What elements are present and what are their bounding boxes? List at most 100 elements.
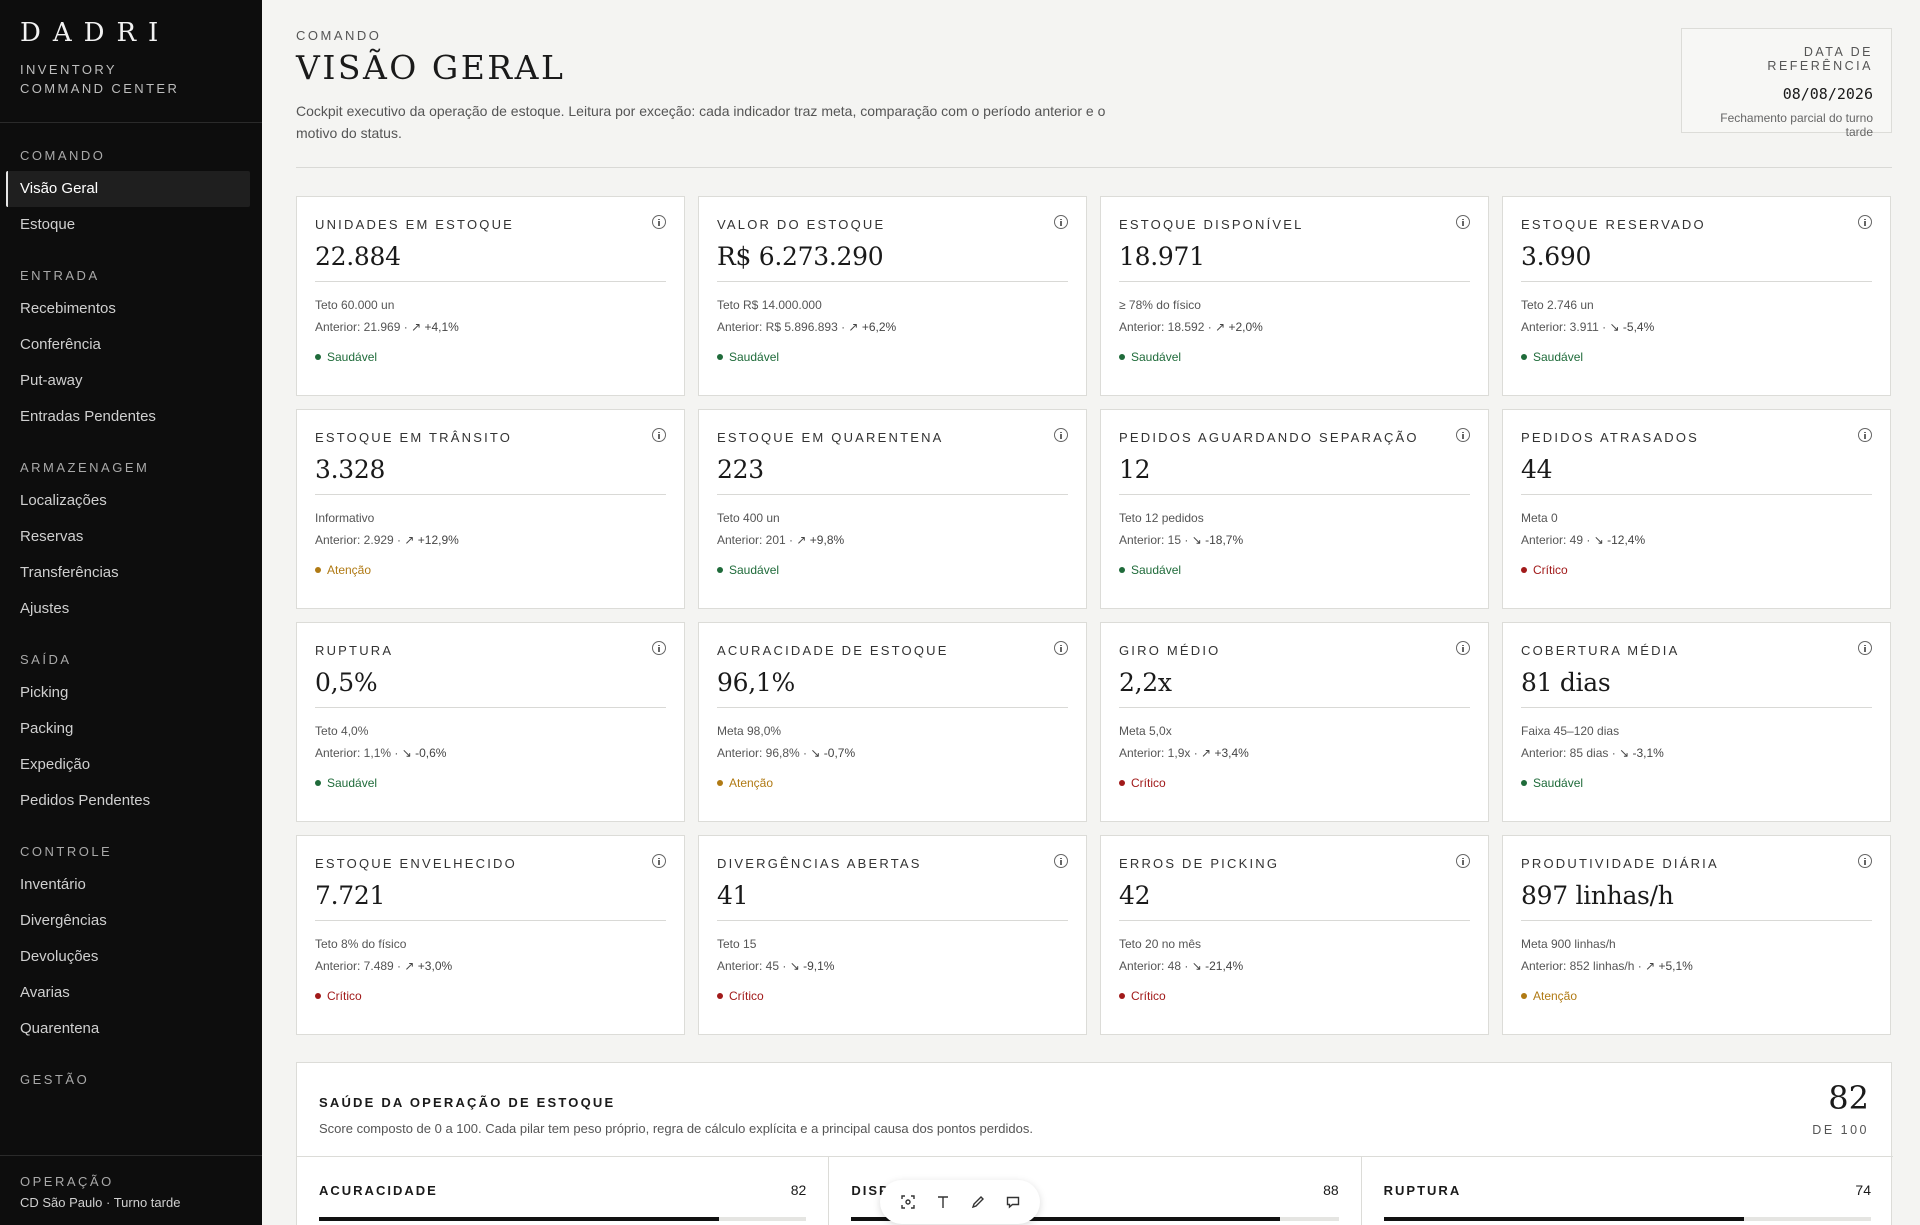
kpi-previous: Anterior: 3.911 · ↘ -5,4% xyxy=(1521,320,1872,334)
reference-date-box: DATA DE REFERÊNCIA 08/08/2026 Fechamento… xyxy=(1681,28,1892,139)
pillar-value: 82 xyxy=(790,1182,807,1198)
info-icon[interactable] xyxy=(652,854,666,868)
trend-down-icon: ↘ xyxy=(401,746,412,760)
status-label: Crítico xyxy=(1533,563,1568,577)
sidebar-item-reservas[interactable]: Reservas xyxy=(6,519,250,555)
status-dot-icon xyxy=(1521,354,1527,360)
kpi-title: ESTOQUE DISPONÍVEL xyxy=(1119,217,1304,232)
kpi-target: Teto 15 xyxy=(717,937,757,951)
select-area-icon[interactable] xyxy=(897,1191,919,1213)
kpi-previous: Anterior: 96,8% · ↘ -0,7% xyxy=(717,746,1068,760)
kpi-previous-value: Anterior: 2.929 · xyxy=(315,533,402,547)
sidebar-item-inventario[interactable]: Inventário xyxy=(6,867,250,903)
info-icon[interactable] xyxy=(1858,428,1872,442)
sidebar-item-expedicao[interactable]: Expedição xyxy=(6,747,250,783)
info-icon[interactable] xyxy=(1456,854,1470,868)
kpi-target: Teto 60.000 un xyxy=(315,298,395,312)
pillar-ruptura: RUPTURA 74 xyxy=(1362,1157,1893,1225)
sidebar-item-packing[interactable]: Packing xyxy=(6,711,250,747)
trend-down-icon: ↘ xyxy=(1619,746,1630,760)
kpi-previous-value: Anterior: 7.489 · xyxy=(315,959,402,973)
kpi-previous-value: Anterior: 1,9x · xyxy=(1119,746,1198,760)
status-label: Crítico xyxy=(1131,989,1166,1003)
sidebar-item-transferencias[interactable]: Transferências xyxy=(6,555,250,591)
info-icon[interactable] xyxy=(652,215,666,229)
kpi-trend: -0,7% xyxy=(823,746,856,760)
sidebar-item-estoque[interactable]: Estoque xyxy=(6,207,250,243)
kpi-value: 0,5% xyxy=(315,668,666,708)
info-icon[interactable] xyxy=(1858,215,1872,229)
status-badge: Saudável xyxy=(717,563,1068,577)
status-label: Saudável xyxy=(729,350,780,364)
kpi-target: ≥ 78% do físico xyxy=(1119,298,1201,312)
status-badge: Crítico xyxy=(717,989,1068,1003)
sidebar-item-conferencia[interactable]: Conferência xyxy=(6,327,250,363)
text-tool-icon[interactable] xyxy=(932,1191,954,1213)
info-icon[interactable] xyxy=(1054,215,1068,229)
brand-subtitle: INVENTORY COMMAND CENTER xyxy=(20,60,242,98)
sidebar-item-put-away[interactable]: Put-away xyxy=(6,363,250,399)
nav-group-entrada: ENTRADA Recebimentos Conferência Put-away En… xyxy=(0,261,262,435)
pen-tool-icon[interactable] xyxy=(967,1191,989,1213)
pillar-progress-bar xyxy=(319,1217,807,1221)
kpi-value: 42 xyxy=(1119,881,1470,921)
sidebar-item-devolucoes[interactable]: Devoluções xyxy=(6,939,250,975)
sidebar-item-recebimentos[interactable]: Recebimentos xyxy=(6,291,250,327)
sidebar-nav: COMANDO Visão Geral Estoque ENTRADA Recebime… xyxy=(0,123,262,1095)
brand-subtitle-line2: COMMAND CENTER xyxy=(20,81,180,96)
sidebar-footer: OPERAÇÃO CD São Paulo · Turno tarde xyxy=(0,1155,262,1225)
status-dot-icon xyxy=(1119,780,1125,786)
info-icon[interactable] xyxy=(1456,428,1470,442)
status-dot-icon xyxy=(1119,567,1125,573)
brand: DADRI INVENTORY COMMAND CENTER xyxy=(0,0,262,123)
health-score-scale: DE 100 xyxy=(1812,1123,1869,1137)
trend-up-icon: ↗ xyxy=(404,533,415,547)
page-title: VISÃO GERAL xyxy=(296,48,566,87)
sidebar-item-divergencias[interactable]: Divergências xyxy=(6,903,250,939)
pillar-progress-fill xyxy=(319,1217,719,1221)
status-dot-icon xyxy=(315,993,321,999)
info-icon[interactable] xyxy=(1054,641,1068,655)
info-icon[interactable] xyxy=(1858,641,1872,655)
sidebar-item-pedidos-pendentes[interactable]: Pedidos Pendentes xyxy=(6,783,250,819)
info-icon[interactable] xyxy=(1858,854,1872,868)
status-badge: Atenção xyxy=(717,776,1068,790)
kpi-previous-value: Anterior: 85 dias · xyxy=(1521,746,1616,760)
kpi-trend: -12,4% xyxy=(1607,533,1646,547)
status-dot-icon xyxy=(1119,354,1125,360)
nav-group-gestao: GESTÃO xyxy=(0,1065,262,1095)
floating-toolbar xyxy=(880,1180,1040,1224)
info-icon[interactable] xyxy=(1456,215,1470,229)
kpi-card-cobertura-media: COBERTURA MÉDIA 81 dias Faixa 45–120 dias A… xyxy=(1502,622,1891,822)
info-icon[interactable] xyxy=(652,428,666,442)
operation-text[interactable]: CD São Paulo · Turno tarde xyxy=(20,1195,242,1210)
status-label: Crítico xyxy=(327,989,362,1003)
sidebar-item-quarentena[interactable]: Quarentena xyxy=(6,1011,250,1047)
trend-up-icon: ↗ xyxy=(848,320,859,334)
kpi-value: 3.328 xyxy=(315,455,666,495)
kpi-previous-value: Anterior: 21.969 · xyxy=(315,320,408,334)
info-icon[interactable] xyxy=(1054,854,1068,868)
trend-up-icon: ↗ xyxy=(1201,746,1212,760)
kpi-previous-value: Anterior: 18.592 · xyxy=(1119,320,1212,334)
sidebar-item-entradas-pendentes[interactable]: Entradas Pendentes xyxy=(6,399,250,435)
sidebar-item-avarias[interactable]: Avarias xyxy=(6,975,250,1011)
sidebar-item-visao-geral[interactable]: Visão Geral xyxy=(6,171,250,207)
info-icon[interactable] xyxy=(652,641,666,655)
sidebar-item-ajustes[interactable]: Ajustes xyxy=(6,591,250,627)
kpi-grid: UNIDADES EM ESTOQUE 22.884 Teto 60.000 un A… xyxy=(296,196,1892,1035)
info-icon[interactable] xyxy=(1054,428,1068,442)
sidebar-item-picking[interactable]: Picking xyxy=(6,675,250,711)
comment-tool-icon[interactable] xyxy=(1002,1191,1024,1213)
kpi-target: Informativo xyxy=(315,511,375,525)
status-dot-icon xyxy=(1521,993,1527,999)
kpi-previous-value: Anterior: 96,8% · xyxy=(717,746,808,760)
kpi-card-ruptura: RUPTURA 0,5% Teto 4,0% Anterior: 1,1% · ↘ -… xyxy=(296,622,685,822)
kpi-card-unidades-em-estoque: UNIDADES EM ESTOQUE 22.884 Teto 60.000 un A… xyxy=(296,196,685,396)
sidebar-item-localizacoes[interactable]: Localizações xyxy=(6,483,250,519)
kpi-target: Meta 0 xyxy=(1521,511,1558,525)
kpi-target: Teto 12 pedidos xyxy=(1119,511,1204,525)
kpi-previous: Anterior: 7.489 · ↗ +3,0% xyxy=(315,959,666,973)
info-icon[interactable] xyxy=(1456,641,1470,655)
brand-logo[interactable]: DADRI xyxy=(20,18,242,48)
